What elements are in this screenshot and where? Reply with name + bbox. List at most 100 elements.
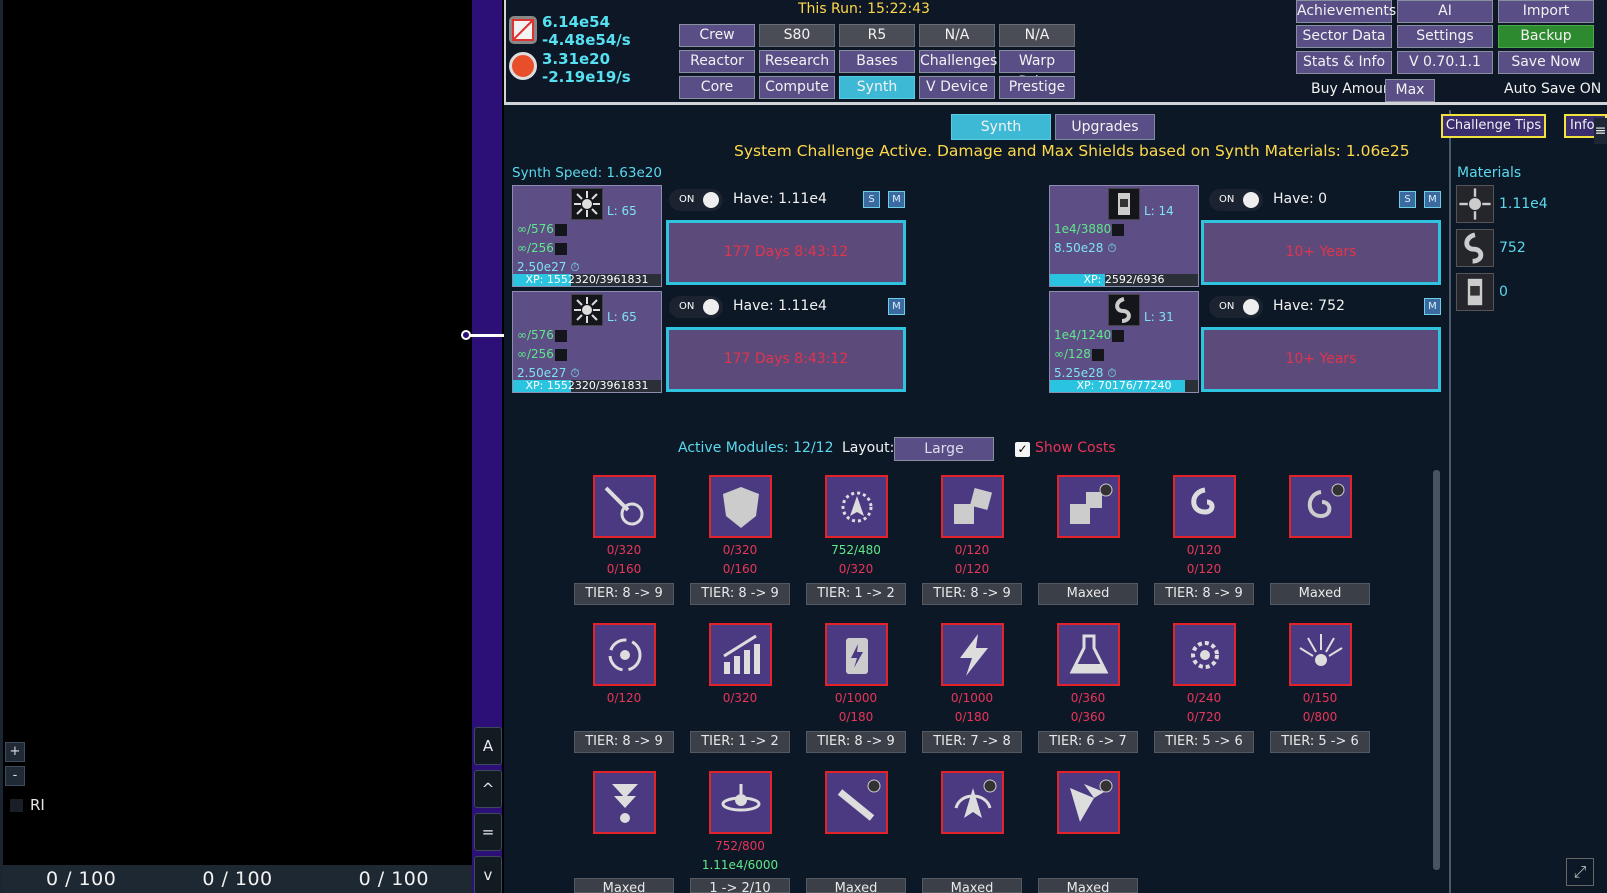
galaxy-locked-icon[interactable] xyxy=(1289,475,1352,538)
auto-save-status: Auto Save ON xyxy=(1504,81,1602,97)
funnel-icon[interactable] xyxy=(593,771,656,834)
nav-na-2[interactable]: N/A xyxy=(999,24,1075,47)
satellite-icon[interactable] xyxy=(709,771,772,834)
synth-card-3[interactable]: L: 14 1e4/3880 8.50e28 ⏱ XP: 2592/6936 xyxy=(1049,185,1199,287)
side-button-equal[interactable]: = xyxy=(474,813,502,851)
missile-locked-icon[interactable] xyxy=(825,771,888,834)
synth-card-2[interactable]: L: 65 ∞/576 ∞/256 2.50e27 ⏱ XP: 1552320/… xyxy=(512,291,662,393)
achievements-button[interactable]: Achievements xyxy=(1296,0,1396,23)
m-button[interactable]: M xyxy=(1424,191,1441,208)
synth-toggle[interactable]: ON xyxy=(1209,189,1263,211)
side-button-a[interactable]: A xyxy=(474,727,502,765)
nav-crew[interactable]: Crew xyxy=(679,24,755,47)
nav-s80[interactable]: S80 xyxy=(759,24,835,47)
stats-info-button[interactable]: Stats & Info xyxy=(1296,51,1392,74)
tier-button[interactable]: TIER: 1 -> 2 xyxy=(690,731,790,753)
zoom-in-button[interactable]: + xyxy=(5,742,25,762)
s-button[interactable]: S xyxy=(1399,191,1416,208)
tier-button[interactable]: TIER: 1 -> 2 xyxy=(806,583,906,605)
tier-button[interactable]: TIER: 8 -> 9 xyxy=(690,583,790,605)
ai-button[interactable]: AI xyxy=(1397,0,1493,23)
tier-button[interactable]: TIER: 7 -> 8 xyxy=(922,731,1022,753)
flask-icon[interactable] xyxy=(1057,623,1120,686)
buy-amount-select[interactable]: Max xyxy=(1385,79,1435,102)
sun-rays-icon[interactable] xyxy=(1289,623,1352,686)
s-button[interactable]: S xyxy=(863,191,880,208)
slider-track[interactable] xyxy=(466,334,504,337)
nav-challenges[interactable]: Challenges xyxy=(919,50,997,73)
gear-burst-icon[interactable] xyxy=(1173,623,1236,686)
menu-icon[interactable]: ≡ xyxy=(1594,118,1607,144)
m-button[interactable]: M xyxy=(888,191,905,208)
m-button[interactable]: M xyxy=(1424,298,1441,315)
tier-button[interactable]: TIER: 5 -> 6 xyxy=(1270,731,1370,753)
tier-button[interactable]: TIER: 8 -> 9 xyxy=(1154,583,1254,605)
nav-core[interactable]: Core xyxy=(679,76,755,99)
tier-button[interactable]: TIER: 8 -> 9 xyxy=(922,583,1022,605)
comet-icon[interactable] xyxy=(593,475,656,538)
tier-button[interactable]: Maxed xyxy=(1038,583,1138,605)
nav-reactor[interactable]: Reactor xyxy=(679,50,755,73)
battery-icon[interactable] xyxy=(825,623,888,686)
chart-up-icon[interactable] xyxy=(709,623,772,686)
nav-v-device[interactable]: V Device xyxy=(919,76,995,99)
tier-button[interactable]: TIER: 5 -> 6 xyxy=(1154,731,1254,753)
settings-button[interactable]: Settings xyxy=(1397,25,1493,48)
sector-data-button[interactable]: Sector Data xyxy=(1296,25,1392,48)
tier-button[interactable]: Maxed xyxy=(1270,583,1370,605)
tier-button[interactable]: TIER: 8 -> 9 xyxy=(574,731,674,753)
tier-button[interactable]: Maxed xyxy=(1038,878,1138,893)
synth-time-box[interactable]: 10+ Years xyxy=(1201,220,1441,285)
backup-button[interactable]: Backup xyxy=(1498,25,1594,48)
tier-button[interactable]: TIER: 6 -> 7 xyxy=(1038,731,1138,753)
show-costs-checkbox[interactable]: ✓ xyxy=(1015,442,1030,457)
nav-na-1[interactable]: N/A xyxy=(919,24,995,47)
shards-locked-icon[interactable] xyxy=(1057,771,1120,834)
nav-prestige[interactable]: Prestige xyxy=(999,76,1075,99)
tier-button[interactable]: TIER: 8 -> 9 xyxy=(574,583,674,605)
synth-time-box[interactable]: 177 Days 8:43:12 xyxy=(666,220,906,285)
version-button[interactable]: V 0.70.1.1 xyxy=(1397,51,1493,74)
synth-toggle[interactable]: ON xyxy=(669,296,723,318)
viewport-panel[interactable] xyxy=(0,0,472,893)
tier-button[interactable]: Maxed xyxy=(922,878,1022,893)
slider-handle[interactable] xyxy=(461,330,471,340)
shield-hex-icon[interactable] xyxy=(709,475,772,538)
scrollbar[interactable] xyxy=(1433,470,1440,870)
ri-checkbox[interactable] xyxy=(10,799,23,812)
synth-card-4[interactable]: L: 31 1e4/1240 ∞/128 5.25e28 ⏱ XP: 70176… xyxy=(1049,291,1199,393)
synth-time-box[interactable]: 177 Days 8:43:12 xyxy=(666,327,906,392)
sunburst-ship-icon[interactable] xyxy=(825,475,888,538)
m-button[interactable]: M xyxy=(888,298,905,315)
synth-toggle[interactable]: ON xyxy=(1209,296,1263,318)
nav-r5[interactable]: R5 xyxy=(839,24,915,47)
side-button-up[interactable]: ^ xyxy=(474,770,502,808)
nav-synth[interactable]: Synth xyxy=(839,76,915,99)
synth-time-box[interactable]: 10+ Years xyxy=(1201,327,1441,392)
ship-locked-icon[interactable] xyxy=(941,771,1004,834)
tier-button[interactable]: Maxed xyxy=(574,878,674,893)
synth-toggle[interactable]: ON xyxy=(669,189,723,211)
tab-upgrades[interactable]: Upgrades xyxy=(1055,114,1155,140)
zoom-out-button[interactable]: - xyxy=(5,766,25,786)
tier-button[interactable]: Maxed xyxy=(806,878,906,893)
cubes-icon[interactable] xyxy=(941,475,1004,538)
synth-card-1[interactable]: L: 65 ∞/576 ∞/256 2.50e27 ⏱ XP: 1552320/… xyxy=(512,185,662,287)
swirl-icon[interactable] xyxy=(1173,475,1236,538)
tier-button[interactable]: TIER: 8 -> 9 xyxy=(806,731,906,753)
challenge-tips-button[interactable]: Challenge Tips xyxy=(1441,114,1546,138)
side-button-down[interactable]: v xyxy=(474,856,502,893)
fullscreen-icon[interactable]: ⤢ xyxy=(1566,858,1594,886)
save-now-button[interactable]: Save Now xyxy=(1498,51,1594,74)
vortex-icon[interactable] xyxy=(593,623,656,686)
nav-compute[interactable]: Compute xyxy=(759,76,835,99)
nav-bases[interactable]: Bases xyxy=(839,50,915,73)
tier-button[interactable]: 1 -> 2/10 xyxy=(690,878,790,893)
import-button[interactable]: Import xyxy=(1498,0,1594,23)
tab-synth[interactable]: Synth xyxy=(951,114,1051,140)
nav-research[interactable]: Research xyxy=(759,50,835,73)
layout-select[interactable]: Large xyxy=(894,437,994,461)
nav-warp-drive[interactable]: Warp Drive xyxy=(999,50,1075,90)
cubes-locked-icon[interactable] xyxy=(1057,475,1120,538)
lightning-icon[interactable] xyxy=(941,623,1004,686)
